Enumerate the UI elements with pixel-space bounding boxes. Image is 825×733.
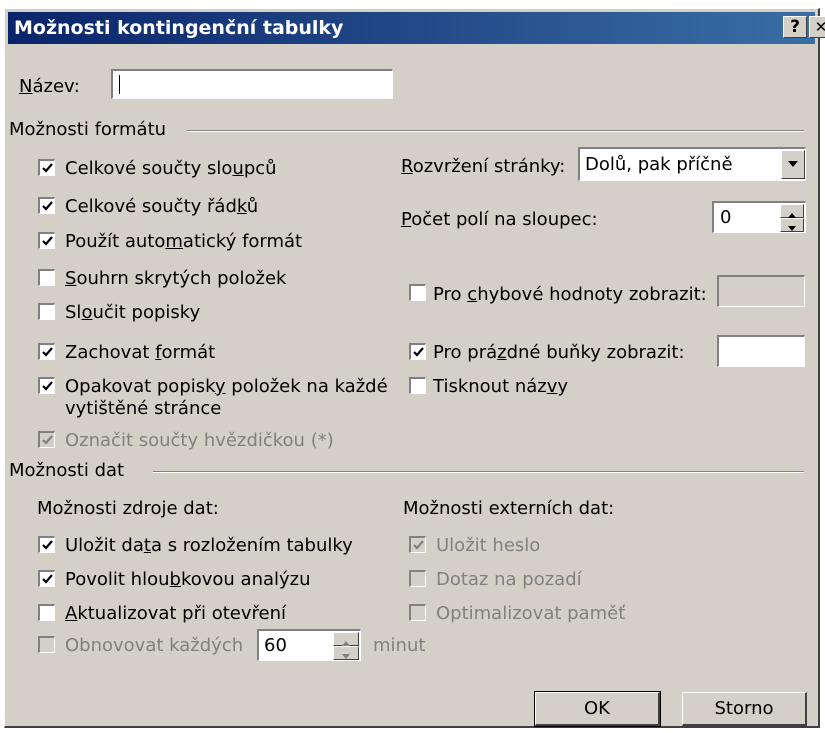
source-option-label-1: Povolit hloubkovou analýzu (65, 569, 311, 590)
ok-button[interactable]: OK (534, 691, 661, 727)
title-bar[interactable]: Možnosti kontingenční tabulky ? ✕ (8, 12, 825, 44)
error-values-label: Pro chybové hodnoty zobrazit: (433, 284, 707, 305)
format-option-label-1: Celkové součty řádků (65, 196, 259, 217)
pivot-table-options-dialog: Možnosti kontingenční tabulky ? ✕ Název:… (4, 8, 825, 728)
check-icon (413, 347, 424, 357)
source-option-checkbox-2[interactable] (38, 604, 55, 621)
refresh-spin-down-button[interactable] (333, 646, 359, 660)
external-option-checkbox-2[interactable] (409, 604, 426, 621)
external-option-label-2: Optimalizovat paměť (436, 603, 626, 624)
source-option-label-0: Uložit data s rozložením tabulky (65, 535, 353, 556)
external-option-checkbox-0[interactable] (409, 536, 426, 553)
name-label: Název: (19, 76, 80, 97)
check-icon (413, 540, 424, 550)
check-icon (42, 236, 53, 246)
arrow-down-icon (342, 654, 350, 659)
external-option-label-0: Uložit heslo (436, 535, 541, 556)
data-section-title: Možnosti dat (9, 460, 125, 481)
empty-cells-input[interactable] (717, 335, 805, 367)
check-icon (42, 163, 53, 173)
refresh-checkbox[interactable] (38, 636, 55, 653)
format-option-checkbox-3[interactable] (38, 269, 55, 286)
format-option-checkbox-5[interactable] (38, 343, 55, 360)
empty-cells-checkbox[interactable] (409, 343, 426, 360)
refresh-unit: minut (373, 635, 426, 656)
external-option-checkbox-1[interactable] (409, 570, 426, 587)
window-title: Možnosti kontingenční tabulky (14, 17, 344, 39)
refresh-minutes-input[interactable]: 60 (257, 629, 361, 661)
cancel-button[interactable]: Storno (682, 692, 807, 726)
data-section-divider (153, 471, 804, 473)
format-option-checkbox-7[interactable] (38, 431, 55, 448)
print-titles-checkbox[interactable] (409, 377, 426, 394)
fields-per-column-value: 0 (720, 207, 732, 228)
format-option-checkbox-4[interactable] (38, 303, 55, 320)
check-icon (42, 381, 53, 391)
format-option-checkbox-1[interactable] (38, 197, 55, 214)
format-option-label-0: Celkové součty sloupců (65, 158, 277, 179)
format-option-label-6: Opakovat popisky položek na každé vytiště… (65, 376, 388, 419)
page-layout-label: Rozvržení stránky: (401, 156, 566, 177)
error-values-input[interactable] (717, 275, 805, 307)
source-options-title: Možnosti zdroje dat: (37, 498, 219, 519)
print-titles-label: Tisknout názvy (433, 376, 569, 397)
refresh-spin-up-button[interactable] (333, 632, 359, 646)
source-option-label-2: Aktualizovat při otevření (65, 603, 287, 624)
refresh-label: Obnovovat každých (65, 635, 244, 656)
format-option-checkbox-0[interactable] (38, 159, 55, 176)
format-option-label-4: Sloučit popisky (65, 302, 201, 323)
source-option-checkbox-1[interactable] (38, 570, 55, 587)
check-icon (42, 201, 53, 211)
fields-per-column-label: Počet polí na sloupec: (401, 209, 598, 230)
fields-per-column-input[interactable]: 0 (712, 201, 806, 233)
error-values-checkbox[interactable] (409, 284, 426, 301)
close-button[interactable]: ✕ (809, 16, 825, 38)
check-icon (42, 347, 53, 357)
external-option-label-1: Dotaz na pozadí (436, 569, 582, 590)
format-option-label-2: Použít automatický formát (65, 231, 303, 252)
dropdown-button[interactable] (781, 150, 805, 179)
external-options-title: Možnosti externích dat: (403, 498, 615, 519)
source-option-checkbox-0[interactable] (38, 536, 55, 553)
format-option-label-5: Zachovat formát (65, 342, 216, 363)
page-layout-select[interactable]: Dolů, pak příčně (578, 147, 806, 181)
format-section-divider (187, 130, 804, 132)
format-option-checkbox-2[interactable] (38, 232, 55, 249)
empty-cells-label: Pro prázdné buňky zobrazit: (433, 342, 685, 363)
check-icon (42, 574, 53, 584)
arrow-down-icon (788, 226, 796, 231)
format-option-checkbox-6[interactable] (38, 377, 55, 394)
spin-up-button[interactable] (780, 204, 804, 218)
check-icon (42, 540, 53, 550)
check-icon (42, 435, 53, 445)
spin-down-button[interactable] (780, 218, 804, 232)
refresh-minutes-value: 60 (264, 635, 287, 656)
help-button[interactable]: ? (783, 16, 807, 38)
name-input[interactable] (111, 69, 393, 99)
format-section-title: Možnosti formátu (9, 119, 167, 140)
format-option-label-3: Souhrn skrytých položek (65, 268, 287, 289)
chevron-down-icon (788, 161, 798, 167)
text-cursor (119, 75, 120, 94)
format-option-label-7: Označit součty hvězdičkou (*) (65, 430, 334, 451)
page-layout-value: Dolů, pak příčně (585, 154, 733, 175)
